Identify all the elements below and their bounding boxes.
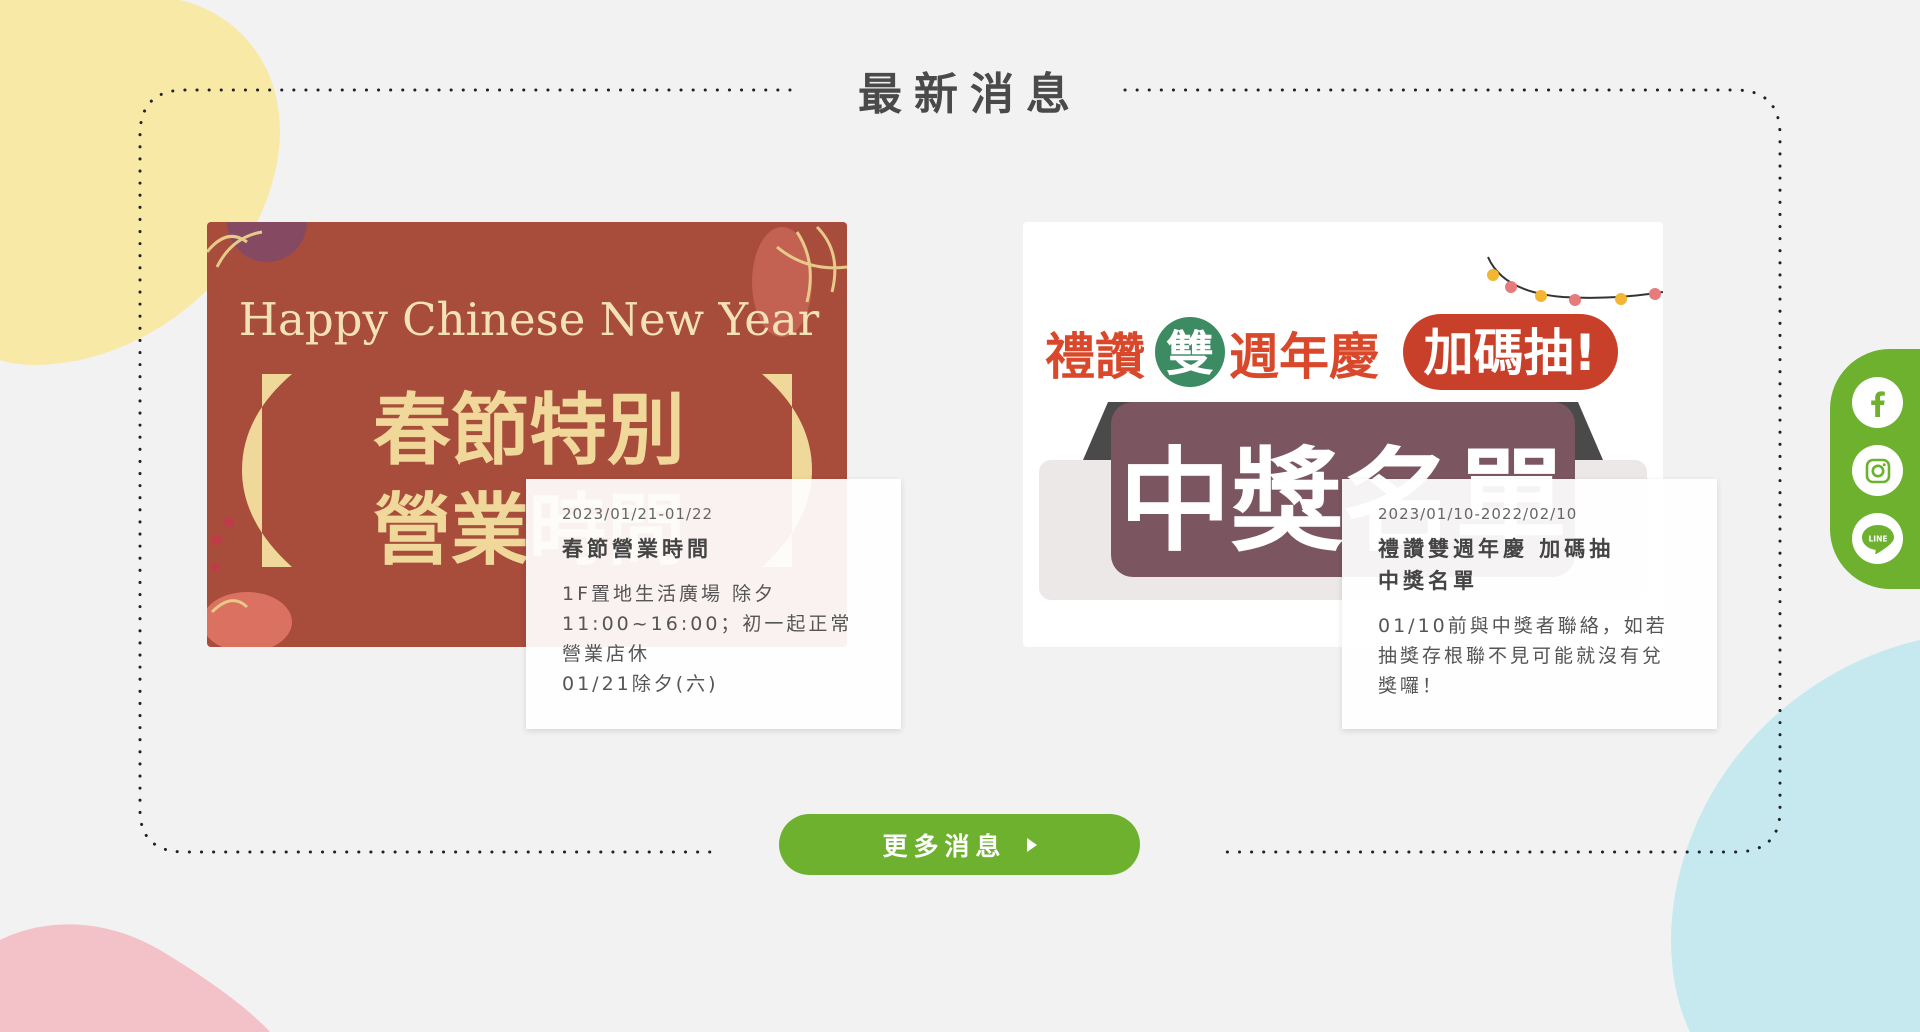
- line-button[interactable]: LINE: [1852, 513, 1903, 564]
- news-date: 2023/01/21-01/22: [562, 505, 714, 523]
- more-news-button[interactable]: 更多消息: [779, 814, 1140, 875]
- play-arrow-icon: [1026, 837, 1037, 852]
- news-description: 1F置地生活廣場 除夕 11:00~16:00；初一起正常營業店休 01/21除…: [562, 583, 853, 695]
- image-headline-badge: 雙: [1166, 326, 1214, 382]
- image-headline-line1: 春節特別: [373, 386, 685, 476]
- image-greeting-text: Happy Chinese New Year: [239, 293, 820, 346]
- news-date: 2023/01/10-2022/02/10: [1378, 505, 1578, 523]
- news-description: 01/10前與中獎者聯絡，如若抽獎存根聯不見可能就沒有兌獎囉！: [1378, 615, 1668, 697]
- facebook-icon: [1870, 390, 1885, 417]
- instagram-icon: [1865, 458, 1890, 483]
- section-title: 最新消息: [858, 69, 1082, 120]
- news-title[interactable]: 春節營業時間: [562, 533, 865, 565]
- news-title[interactable]: 禮讚雙週年慶 加碼抽 中獎名單: [1378, 533, 1681, 597]
- image-headline-part2: 週年慶: [1229, 328, 1379, 386]
- news-card[interactable]: Happy Chinese New Year 春節特別 營業時間 2023/01…: [207, 222, 902, 730]
- instagram-button[interactable]: [1852, 445, 1903, 496]
- more-news-label: 更多消息: [882, 831, 1007, 861]
- news-info-panel[interactable]: 2023/01/10-2022/02/10 禮讚雙週年慶 加碼抽 中獎名單 01…: [1342, 479, 1717, 729]
- news-info-panel[interactable]: 2023/01/21-01/22 春節營業時間 1F置地生活廣場 除夕 11:0…: [526, 479, 901, 729]
- image-headline-part1: 禮讚: [1045, 328, 1145, 386]
- line-icon: LINE: [1861, 524, 1894, 554]
- image-headline-bubble: 加碼抽!: [1424, 324, 1597, 382]
- social-sidebar: LINE: [1830, 349, 1920, 589]
- svg-text:LINE: LINE: [1868, 534, 1887, 543]
- background-blob-pink: [0, 924, 270, 1032]
- facebook-button[interactable]: [1852, 377, 1903, 428]
- news-card[interactable]: 禮讚 雙 週年慶 加碼抽! 中獎名單 2023/01/10-2022/02/10…: [1023, 222, 1718, 730]
